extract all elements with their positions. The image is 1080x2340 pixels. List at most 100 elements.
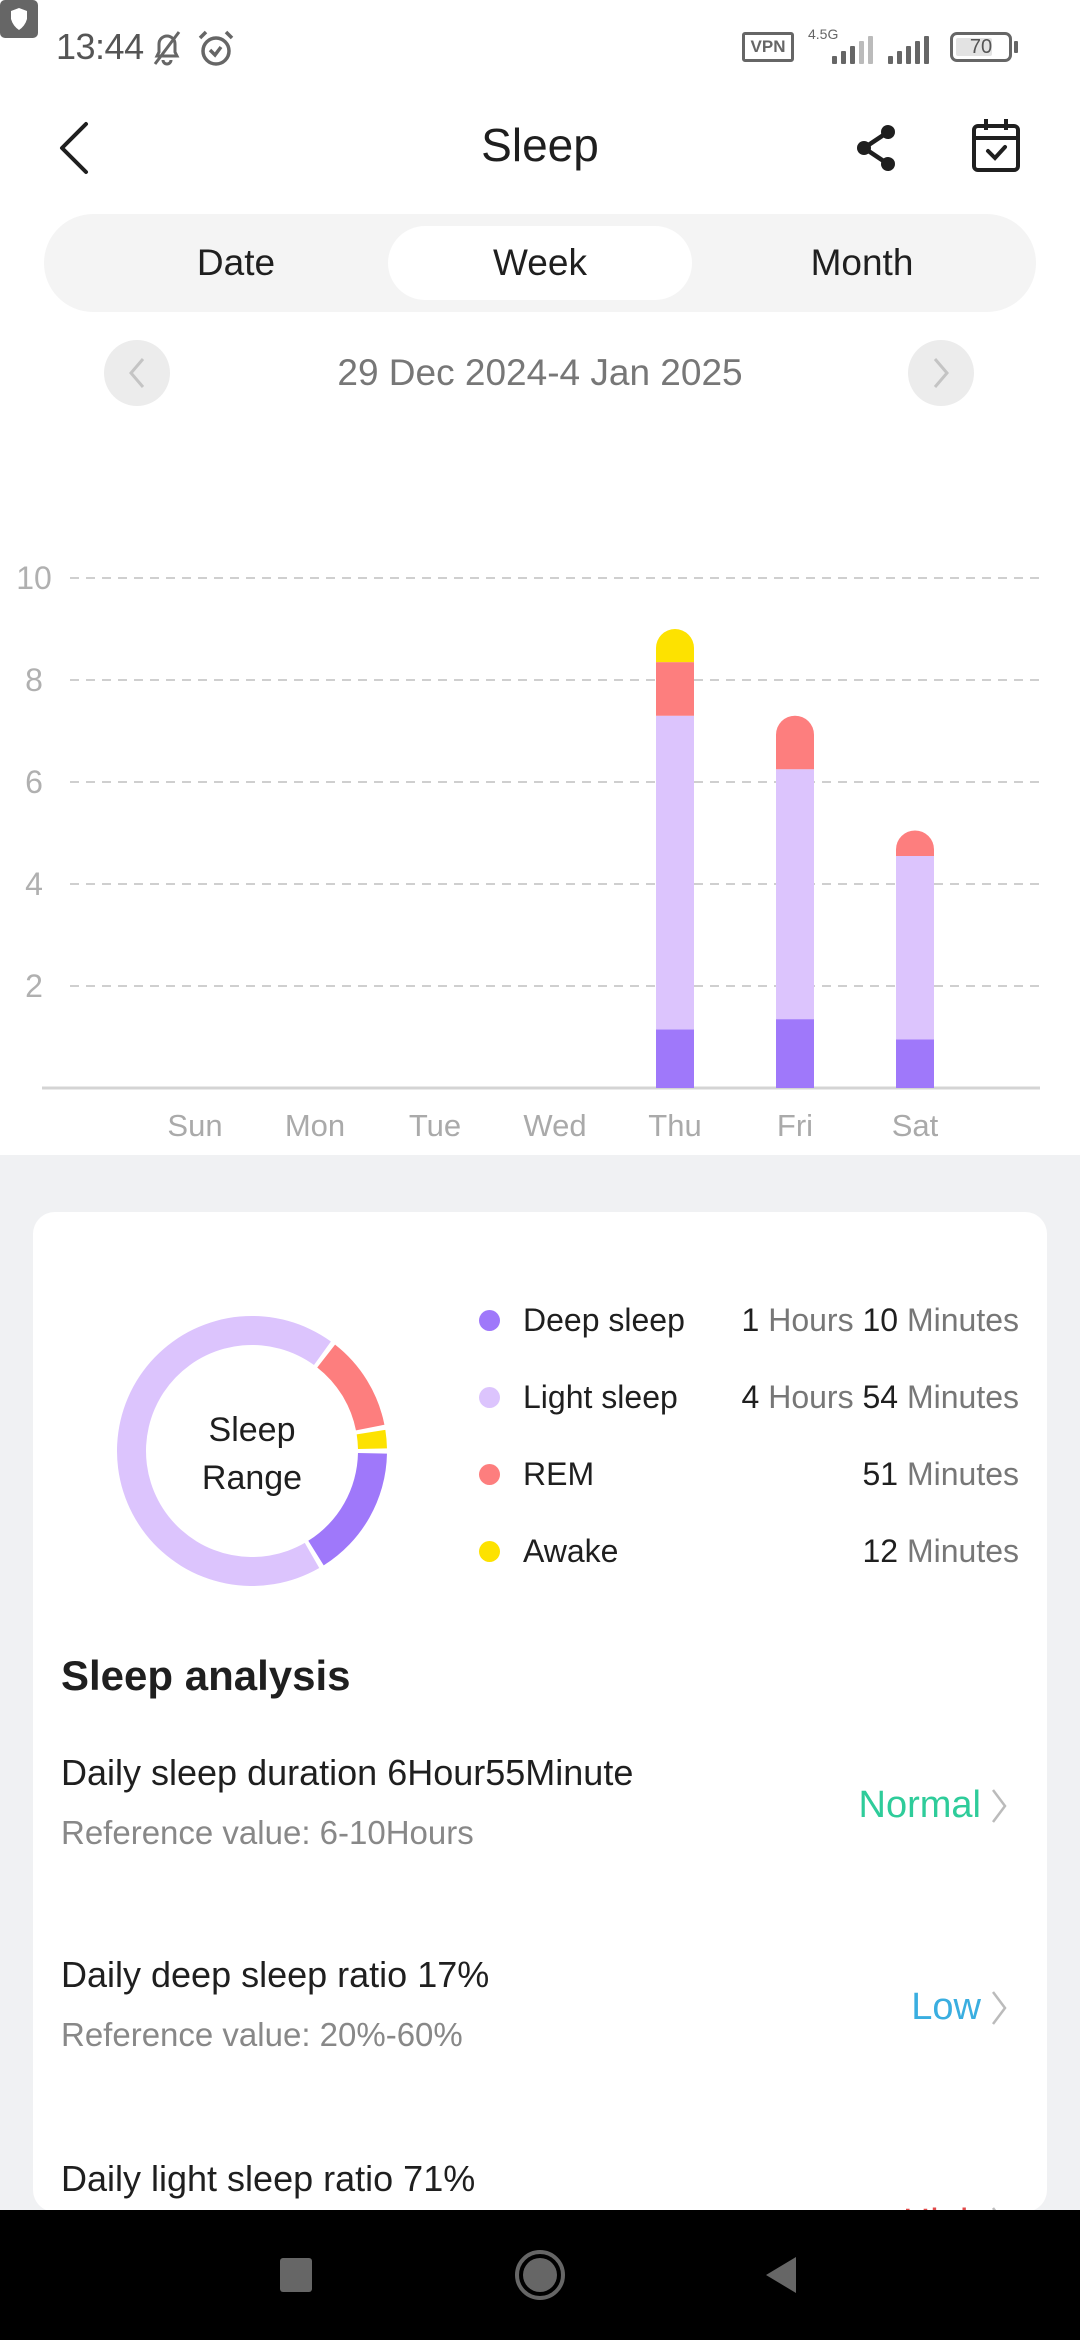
- status-badge: Normal: [859, 1784, 1009, 1827]
- light-sleep-dot-icon: [479, 1387, 500, 1408]
- minutes-value: 10: [862, 1302, 899, 1338]
- status-time: 13:44: [56, 26, 144, 67]
- x-tick-label: Thu: [648, 1108, 701, 1143]
- analysis-item-duration[interactable]: Daily sleep duration 6Hour55Minute Refer…: [61, 1752, 1021, 1912]
- sleep-range-donut: Sleep Range: [107, 1306, 397, 1596]
- x-tick-label: Wed: [523, 1108, 586, 1143]
- bar-segment-light-sleep-fri: [776, 769, 814, 1020]
- minutes-unit: Minutes: [906, 1533, 1019, 1569]
- back-nav-button[interactable]: [720, 2210, 840, 2340]
- analysis-value: 6Hour55Minute: [387, 1752, 634, 1793]
- bar-segment-rem-sat: [896, 830, 934, 856]
- bar-segment-rem-thu: [656, 662, 694, 716]
- analysis-title: Daily sleep duration 6Hour55Minute: [61, 1752, 633, 1794]
- legend-row-light: Light sleep 4 Hours 54 Minutes: [479, 1359, 1019, 1436]
- bar-segment-light-sleep-thu: [656, 715, 694, 1030]
- legend-value: 51 Minutes: [862, 1456, 1019, 1493]
- legend-row-awake: Awake 12 Minutes: [479, 1513, 1019, 1590]
- battery-level: 70: [969, 36, 993, 58]
- hours-unit: Hours: [768, 1379, 854, 1415]
- reference-label: Reference value:: [61, 2016, 311, 2053]
- share-button[interactable]: [850, 116, 904, 176]
- tab-week[interactable]: Week: [388, 226, 692, 300]
- deep-sleep-dot-icon: [479, 1310, 500, 1331]
- next-week-button[interactable]: [908, 340, 974, 406]
- minutes-unit: Minutes: [906, 1379, 1019, 1415]
- alarm-icon: [198, 30, 234, 66]
- x-tick-label: Sun: [167, 1108, 222, 1143]
- x-tick-label: Fri: [777, 1108, 813, 1143]
- legend-label: Awake: [523, 1533, 619, 1569]
- tab-month[interactable]: Month: [710, 226, 1014, 300]
- y-tick-label: 4: [25, 866, 43, 902]
- rem-dot-icon: [479, 1464, 500, 1485]
- hours-value: 1: [741, 1302, 760, 1338]
- minutes-value: 12: [862, 1533, 899, 1569]
- legend-value: 4 Hours 54 Minutes: [742, 1379, 1019, 1416]
- square-icon: [280, 2258, 312, 2292]
- minutes-unit: Minutes: [906, 1302, 1019, 1338]
- donut-center-label: Sleep Range: [107, 1406, 397, 1502]
- legend-value: 1 Hours 10 Minutes: [742, 1302, 1019, 1339]
- stacked-bar-chart: 2 4 6 8 10 Sun Mon Tue Wed Thu Fri Sat: [16, 560, 1040, 1143]
- status-label: Normal: [858, 1784, 981, 1826]
- donut-center-line-1: Sleep: [208, 1411, 296, 1449]
- minutes-unit: Minutes: [906, 1456, 1019, 1492]
- reference-value: 20%-60%: [319, 2016, 463, 2053]
- bar-segment-light-sleep-sat: [896, 855, 934, 1040]
- analysis-label: Daily deep sleep ratio: [61, 1954, 408, 1995]
- legend-label: Deep sleep: [523, 1302, 685, 1338]
- signal-icon-sim2: [888, 30, 929, 64]
- triangle-back-icon: [766, 2257, 796, 2293]
- calendar-button[interactable]: [968, 114, 1024, 174]
- system-nav-bar: [0, 2210, 1080, 2340]
- bar-segment-rem-fri: [776, 715, 814, 770]
- status-badge: Low: [911, 1986, 1009, 2029]
- home-button[interactable]: [480, 2210, 600, 2340]
- battery-icon: 70: [950, 32, 1012, 62]
- share-icon: [857, 125, 895, 171]
- analysis-title: Daily light sleep ratio 71%: [61, 2158, 475, 2200]
- legend-row-rem: REM 51 Minutes: [479, 1436, 1019, 1513]
- period-tabs: Date Week Month: [44, 214, 1036, 312]
- vpn-indicator: VPN: [742, 32, 794, 62]
- recents-button[interactable]: [236, 2210, 356, 2340]
- x-tick-label: Tue: [409, 1108, 461, 1143]
- bar-segment-deep-sleep-thu: [656, 1029, 694, 1088]
- legend-row-deep: Deep sleep 1 Hours 10 Minutes: [479, 1282, 1019, 1359]
- hours-value: 4: [741, 1379, 760, 1415]
- status-label: Low: [911, 1986, 981, 2028]
- shield-icon: [0, 0, 38, 38]
- donut-center-line-2: Range: [201, 1459, 303, 1497]
- analysis-label: Daily sleep duration: [61, 1752, 378, 1793]
- bar-segment-deep-sleep-sat: [896, 1039, 934, 1088]
- circle-home-icon: [515, 2250, 565, 2300]
- analysis-reference: Reference value: 6-10Hours: [61, 1814, 474, 1852]
- legend-value: 12 Minutes: [862, 1533, 1019, 1570]
- app-header: Sleep: [0, 96, 1080, 196]
- chevron-right-icon: [992, 1788, 1007, 1823]
- bar-segment-awake-thu: [656, 629, 694, 663]
- sleep-summary-card: Sleep Range Deep sleep 1 Hours 10 Minute…: [33, 1212, 1047, 2244]
- chevron-right-icon: [933, 358, 949, 388]
- tab-date[interactable]: Date: [84, 226, 388, 300]
- bell-off-icon: [153, 31, 181, 66]
- y-tick-label: 10: [16, 560, 52, 596]
- date-navigator: 29 Dec 2024-4 Jan 2025: [0, 340, 1080, 408]
- minutes-value: 51: [862, 1456, 899, 1492]
- sleep-stage-legend: Deep sleep 1 Hours 10 Minutes Light slee…: [479, 1282, 1019, 1590]
- reference-value: 6-10: [319, 1814, 386, 1851]
- analysis-title: Daily deep sleep ratio 17%: [61, 1954, 489, 1996]
- legend-label: Light sleep: [523, 1379, 678, 1415]
- minutes-value: 54: [862, 1379, 899, 1415]
- y-tick-label: 6: [25, 764, 43, 800]
- y-tick-label: 8: [25, 662, 43, 698]
- analysis-item-deep-ratio[interactable]: Daily deep sleep ratio 17% Reference val…: [61, 1954, 1021, 2114]
- analysis-reference: Reference value: 20%-60%: [61, 2016, 463, 2054]
- reference-label: Reference value:: [61, 1814, 311, 1851]
- status-bar: 13:44 VPN 4.5G 70: [0, 0, 1080, 96]
- awake-dot-icon: [479, 1541, 500, 1562]
- x-tick-label: Mon: [285, 1108, 345, 1143]
- legend-label: REM: [523, 1456, 595, 1492]
- calendar-check-icon: [972, 119, 1020, 172]
